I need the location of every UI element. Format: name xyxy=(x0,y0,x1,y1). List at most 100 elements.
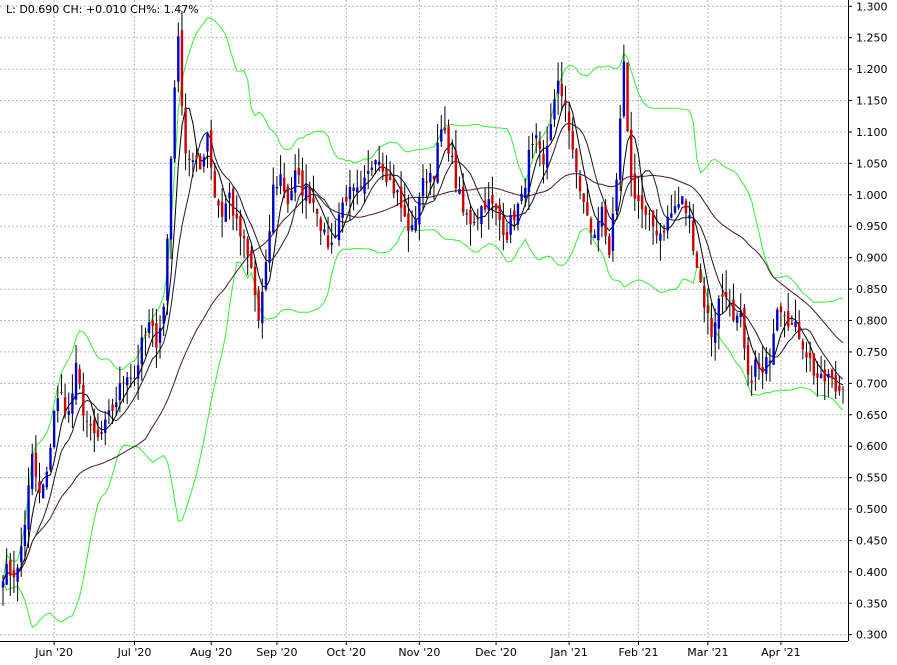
candle-body xyxy=(838,385,841,392)
candle-body xyxy=(56,398,59,412)
candle-body xyxy=(454,150,458,189)
candle-body xyxy=(695,252,699,268)
candle-body xyxy=(209,130,213,168)
candle-body xyxy=(823,369,826,382)
candle-body xyxy=(5,563,8,585)
candle-body xyxy=(421,177,425,196)
candle-body xyxy=(78,369,81,384)
candle-body xyxy=(293,170,297,193)
candle-body xyxy=(732,299,735,321)
candle-body xyxy=(129,377,133,379)
candle-body xyxy=(334,236,337,238)
candle-body xyxy=(779,306,783,313)
candle-body xyxy=(472,222,476,224)
candle-body xyxy=(261,291,264,324)
y-tick-label: 0.900 xyxy=(856,252,888,265)
candle-body xyxy=(739,312,742,318)
candle-body xyxy=(239,215,242,237)
candle-body xyxy=(399,186,403,208)
candle-body xyxy=(586,202,589,216)
y-tick-label: 0.400 xyxy=(856,566,888,579)
candle-body xyxy=(82,384,85,416)
y-tick-label: 0.650 xyxy=(856,409,888,422)
candle-body xyxy=(23,524,27,547)
y-tick-label: 1.250 xyxy=(856,32,888,45)
candle-body xyxy=(242,236,246,239)
x-tick-label: Oct '20 xyxy=(327,646,367,659)
candle-body xyxy=(648,213,651,215)
candle-body xyxy=(352,187,355,191)
candle-body xyxy=(268,231,271,263)
candle-body xyxy=(498,205,501,220)
candle-body xyxy=(1,581,5,588)
candle-body xyxy=(556,80,560,94)
candle-body xyxy=(224,203,227,222)
bollinger-bands xyxy=(2,17,844,628)
candle-body xyxy=(41,484,45,499)
candle-body xyxy=(808,352,812,359)
candle-body xyxy=(191,160,195,163)
candle-body xyxy=(319,218,322,232)
candle-body xyxy=(363,177,366,194)
candle-body xyxy=(396,190,399,193)
y-tick-label: 0.300 xyxy=(856,629,888,642)
candle-body xyxy=(494,204,498,210)
candle-body xyxy=(834,374,837,392)
candle-body xyxy=(315,209,319,214)
candle-body xyxy=(147,322,151,334)
candle-body xyxy=(432,176,436,180)
candle-body xyxy=(348,186,352,200)
candle-body xyxy=(655,230,658,236)
candle-body xyxy=(549,124,553,141)
x-tick-label: Apr '21 xyxy=(761,646,801,659)
candle-body xyxy=(827,373,830,378)
candle-body xyxy=(535,135,538,139)
candle-body xyxy=(721,294,724,297)
candle-body xyxy=(670,213,673,218)
candle-body xyxy=(611,213,615,251)
candle-body xyxy=(381,163,385,172)
candle-body xyxy=(272,184,275,233)
candle-body xyxy=(418,197,421,225)
candle-body xyxy=(100,432,103,434)
candle-body xyxy=(776,309,779,331)
candle-body xyxy=(367,171,370,174)
candle-body xyxy=(144,334,147,336)
candle-body xyxy=(312,197,315,203)
candle-body xyxy=(531,144,534,146)
candle-body xyxy=(524,187,527,199)
candle-body xyxy=(491,195,494,204)
candle-body xyxy=(206,133,209,152)
candle-body xyxy=(356,187,359,193)
candle-body xyxy=(553,99,556,120)
candle-body xyxy=(451,155,454,157)
candle-body xyxy=(133,377,136,379)
candle-body xyxy=(96,429,100,438)
y-tick-label: 1.050 xyxy=(856,157,888,170)
candle-body xyxy=(593,234,596,239)
candle-body xyxy=(385,168,388,183)
candle-body xyxy=(49,447,52,470)
candle-body xyxy=(12,569,16,578)
candle-body xyxy=(220,201,224,217)
candle-body xyxy=(545,146,549,168)
candle-body xyxy=(155,323,158,348)
candle-body xyxy=(812,353,815,376)
candle-body xyxy=(600,206,604,227)
candle-body xyxy=(447,126,450,154)
candle-body xyxy=(286,186,290,205)
candle-body xyxy=(677,204,680,208)
candle-body xyxy=(359,185,363,188)
candle-body xyxy=(819,374,823,378)
candle-body xyxy=(502,216,505,236)
candle-body xyxy=(633,173,637,199)
candle-body xyxy=(816,373,819,378)
candle-body xyxy=(122,382,125,384)
y-tick-label: 0.850 xyxy=(856,283,888,296)
candle-body xyxy=(279,174,282,186)
candle-body xyxy=(710,317,713,338)
y-tick-label: 0.450 xyxy=(856,534,888,547)
candle-body xyxy=(414,218,417,231)
candle-body xyxy=(619,118,622,180)
candle-body xyxy=(370,167,374,170)
